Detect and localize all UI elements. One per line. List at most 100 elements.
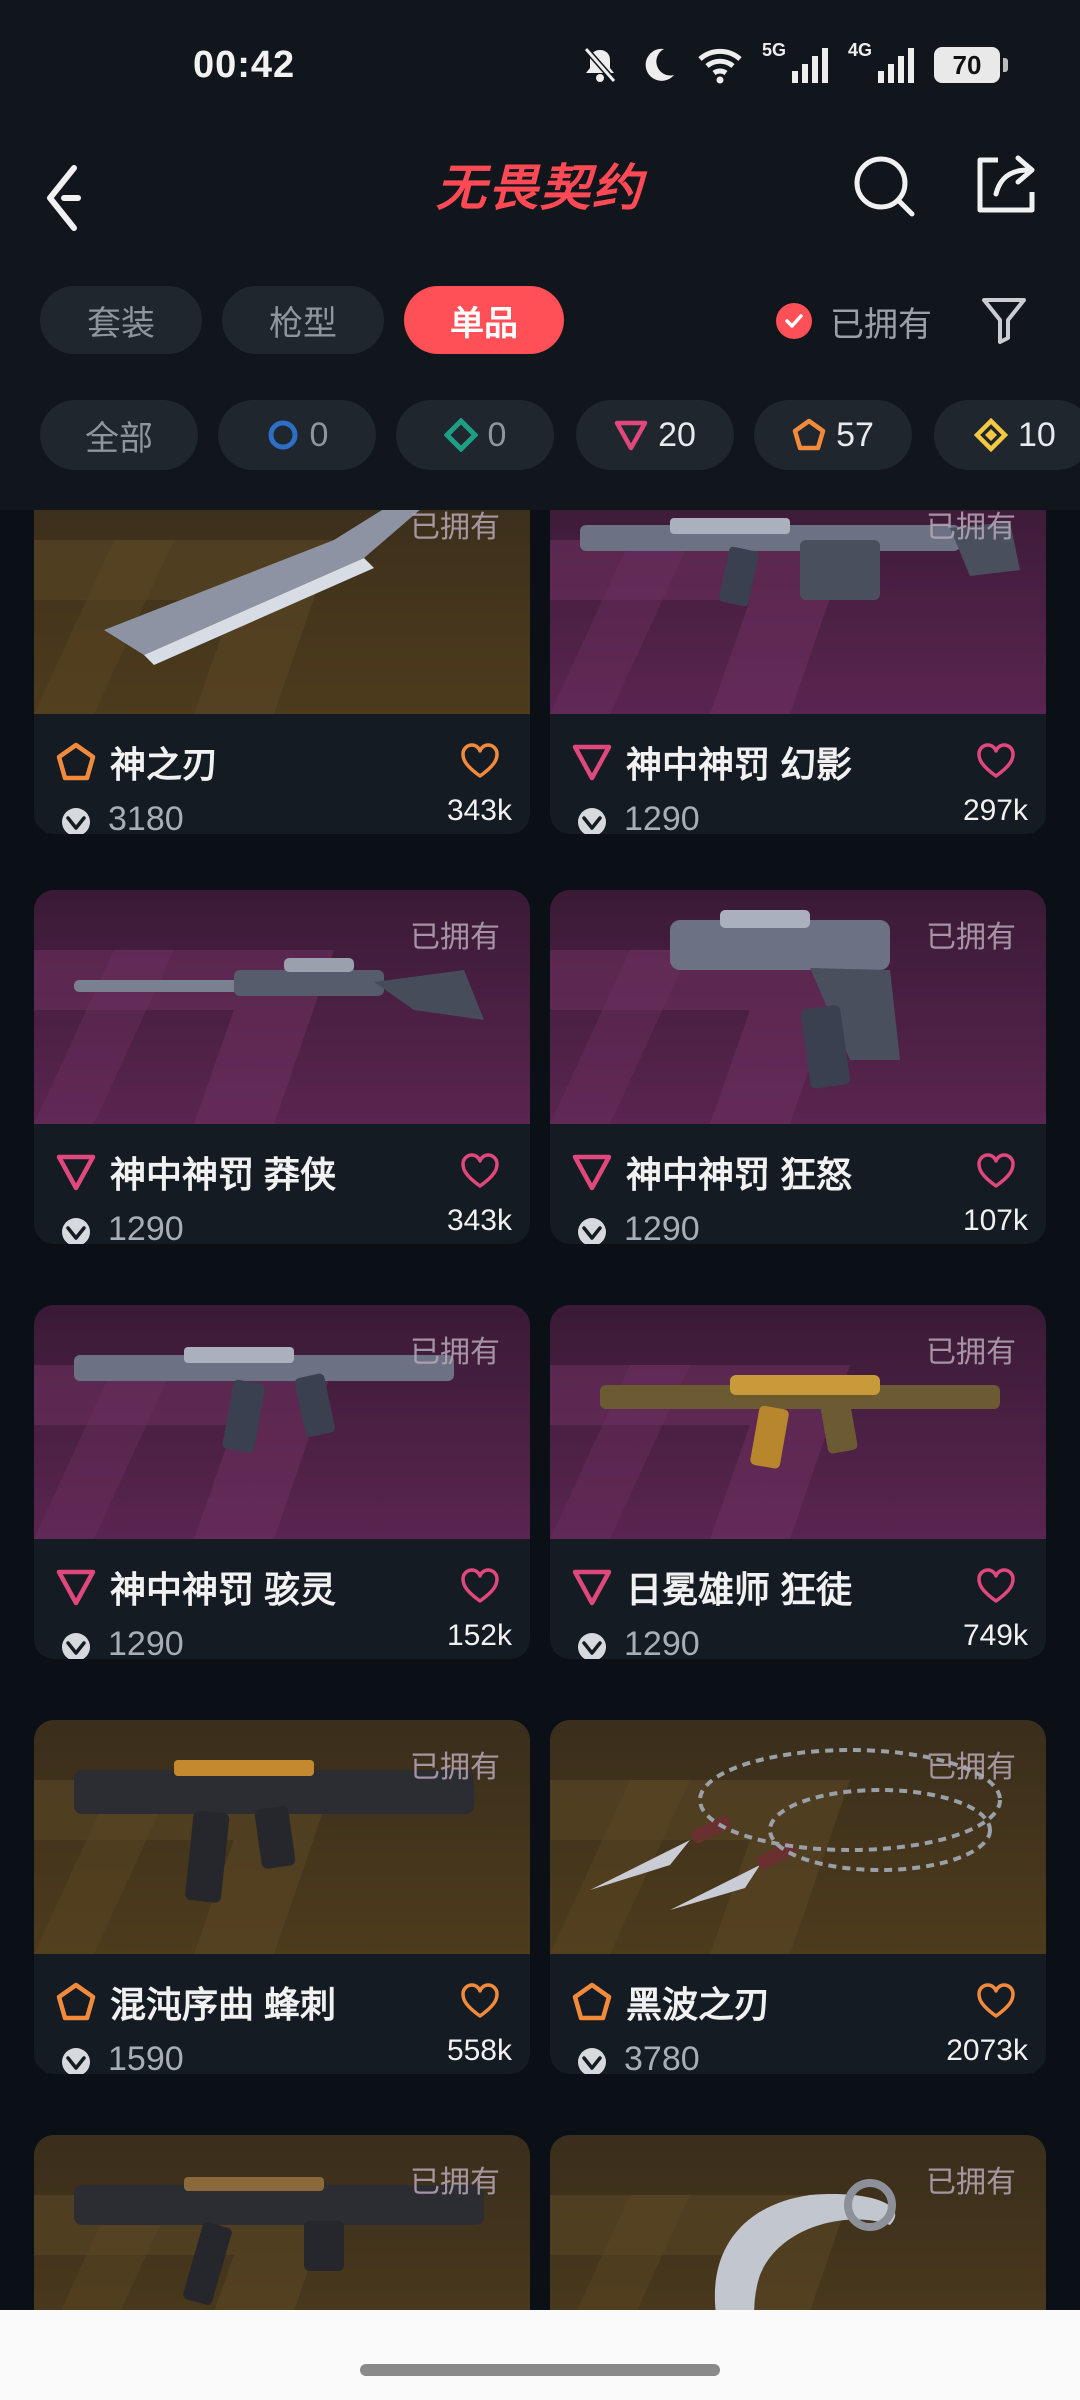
skin-card[interactable]: 已拥有 混沌序曲 蜂刺 1590 558k	[34, 1720, 530, 2074]
skin-price: 1290	[624, 800, 700, 834]
tab-single-items[interactable]: 单品	[404, 286, 564, 354]
heart-icon[interactable]	[460, 1152, 500, 1190]
skin-artwork: 已拥有	[34, 890, 530, 1124]
status-bar: 00:42 5G 4G 70	[0, 0, 1080, 130]
share-icon[interactable]	[970, 148, 1042, 220]
skin-name: 神之刃	[110, 744, 219, 785]
skin-name: 神中神罚 狂怒	[626, 1154, 853, 1195]
rarity-chip-select[interactable]: 0	[218, 400, 376, 470]
chip-count: 0	[487, 415, 507, 454]
search-icon[interactable]	[848, 150, 920, 222]
favorite-count: 297k	[962, 794, 1028, 827]
premium-tier-icon	[56, 1154, 96, 1191]
valorant-points-icon	[62, 1218, 90, 1244]
skin-price: 1290	[624, 1210, 700, 1244]
heart-icon[interactable]	[976, 742, 1016, 780]
wifi-icon	[698, 48, 742, 84]
rarity-chip-exclusive[interactable]: 57	[754, 400, 912, 470]
skin-price: 1290	[108, 1625, 184, 1659]
skin-artwork: 已拥有	[34, 2135, 530, 2310]
heart-icon[interactable]	[460, 1982, 500, 2020]
rarity-chip-all[interactable]: 全部	[40, 400, 198, 470]
exclusive-tier-icon	[56, 742, 96, 781]
skin-card[interactable]: 已拥有神中神罚 狂怒 1290 107k	[550, 890, 1046, 1244]
exclusive-tier-icon	[56, 1982, 96, 2021]
skin-price: 1290	[624, 1625, 700, 1659]
skin-artwork: 已拥有	[550, 1720, 1046, 1954]
valorant-points-icon	[578, 2048, 606, 2074]
valorant-points-icon	[62, 808, 90, 834]
valorant-points-icon	[578, 1633, 606, 1659]
skin-info: 神之刃 3180 343k	[34, 714, 530, 834]
tab-label: 套装	[87, 304, 155, 343]
heart-icon[interactable]	[460, 1567, 500, 1605]
skin-card[interactable]: 已拥有 黑波之刃 3780 2073k	[550, 1720, 1046, 2074]
skin-card[interactable]: 已拥有 神中神罚 幻影 1290 297k	[550, 510, 1046, 834]
skin-card[interactable]: 已拥有	[34, 2135, 530, 2310]
skin-info: 神中神罚 莽侠 1290 343k	[34, 1124, 530, 1244]
premium-tier-icon	[572, 1154, 612, 1191]
heart-icon[interactable]	[976, 1152, 1016, 1190]
skin-card[interactable]: 已拥有神中神罚 莽侠 1290 343k	[34, 890, 530, 1244]
heart-icon[interactable]	[976, 1567, 1016, 1605]
skin-card[interactable]: 已拥有神中神罚 骇灵 1290 152k	[34, 1305, 530, 1659]
heart-icon[interactable]	[976, 1982, 1016, 2020]
app-logo: 无畏契约	[428, 148, 652, 228]
filter-icon[interactable]	[980, 294, 1028, 346]
battery-icon: 70	[934, 47, 1008, 83]
skin-name: 神中神罚 骇灵	[110, 1569, 337, 1610]
premium-tier-icon	[614, 420, 648, 451]
back-button[interactable]	[38, 158, 98, 238]
premium-tier-icon	[56, 1569, 96, 1606]
skin-artwork: 已拥有	[550, 510, 1046, 714]
skin-artwork: 已拥有	[550, 1305, 1046, 1539]
valorant-points-icon	[62, 1633, 90, 1659]
owned-tag: 已拥有	[410, 921, 500, 954]
owned-tag: 已拥有	[926, 511, 1016, 544]
skin-name: 日冕雄师 狂徒	[626, 1569, 853, 1610]
favorite-count: 343k	[446, 794, 512, 827]
skin-name: 黑波之刃	[626, 1984, 771, 2025]
rarity-chip-ultra[interactable]: 10	[934, 400, 1080, 470]
rarity-chip-deluxe[interactable]: 0	[396, 400, 554, 470]
skin-card[interactable]: 已拥有神之刃 3180 343k	[34, 510, 530, 834]
chip-count: 57	[836, 415, 874, 454]
valorant-points-icon	[578, 1218, 606, 1244]
home-indicator[interactable]	[360, 2364, 720, 2376]
favorite-count: 558k	[446, 2034, 512, 2067]
tab-weapon-type[interactable]: 枪型	[222, 286, 384, 354]
skin-name: 混沌序曲 蜂刺	[110, 1984, 337, 2025]
skin-info: 神中神罚 幻影 1290 297k	[550, 714, 1046, 834]
chip-count: 0	[309, 415, 329, 454]
owned-filter-toggle[interactable]: 已拥有	[776, 296, 932, 346]
owned-tag: 已拥有	[926, 1751, 1016, 1784]
ultra-tier-icon	[974, 418, 1008, 452]
favorite-count: 152k	[446, 1619, 512, 1652]
valorant-points-icon	[62, 2048, 90, 2074]
skin-info: 日冕雄师 狂徒 1290 749k	[550, 1539, 1046, 1659]
deluxe-tier-icon	[443, 418, 478, 452]
skin-price: 3180	[108, 800, 184, 834]
tab-bundles[interactable]: 套装	[40, 286, 202, 354]
owned-tag: 已拥有	[410, 2166, 500, 2199]
checkmark-icon	[776, 303, 812, 339]
app-title: 无畏契约	[436, 160, 644, 216]
rarity-chip-premium[interactable]: 20	[576, 400, 734, 470]
owned-tag: 已拥有	[410, 511, 500, 544]
skin-price: 1590	[108, 2040, 184, 2074]
skin-info: 神中神罚 狂怒 1290 107k	[550, 1124, 1046, 1244]
premium-tier-icon	[572, 744, 612, 781]
network-5g-label: 5G	[761, 40, 786, 60]
skin-card[interactable]: 已拥有	[550, 2135, 1046, 2310]
skin-artwork: 已拥有	[34, 510, 530, 714]
skin-artwork: 已拥有	[550, 2135, 1046, 2310]
skin-artwork: 已拥有	[34, 1305, 530, 1539]
network-4g-label: 4G	[847, 40, 872, 60]
mute-icon	[583, 47, 617, 83]
skin-grid: 已拥有 神之刃 3180 343k 已拥有 神中神罚 幻影 1290 297k 已拥有 神中神罚 …	[0, 510, 1080, 2310]
skin-price: 1290	[108, 1210, 184, 1244]
owned-tag: 已拥有	[926, 921, 1016, 954]
skin-card[interactable]: 已拥有 日冕雄师 狂徒 1290 749k	[550, 1305, 1046, 1659]
heart-icon[interactable]	[460, 742, 500, 780]
favorite-count: 107k	[962, 1204, 1028, 1237]
